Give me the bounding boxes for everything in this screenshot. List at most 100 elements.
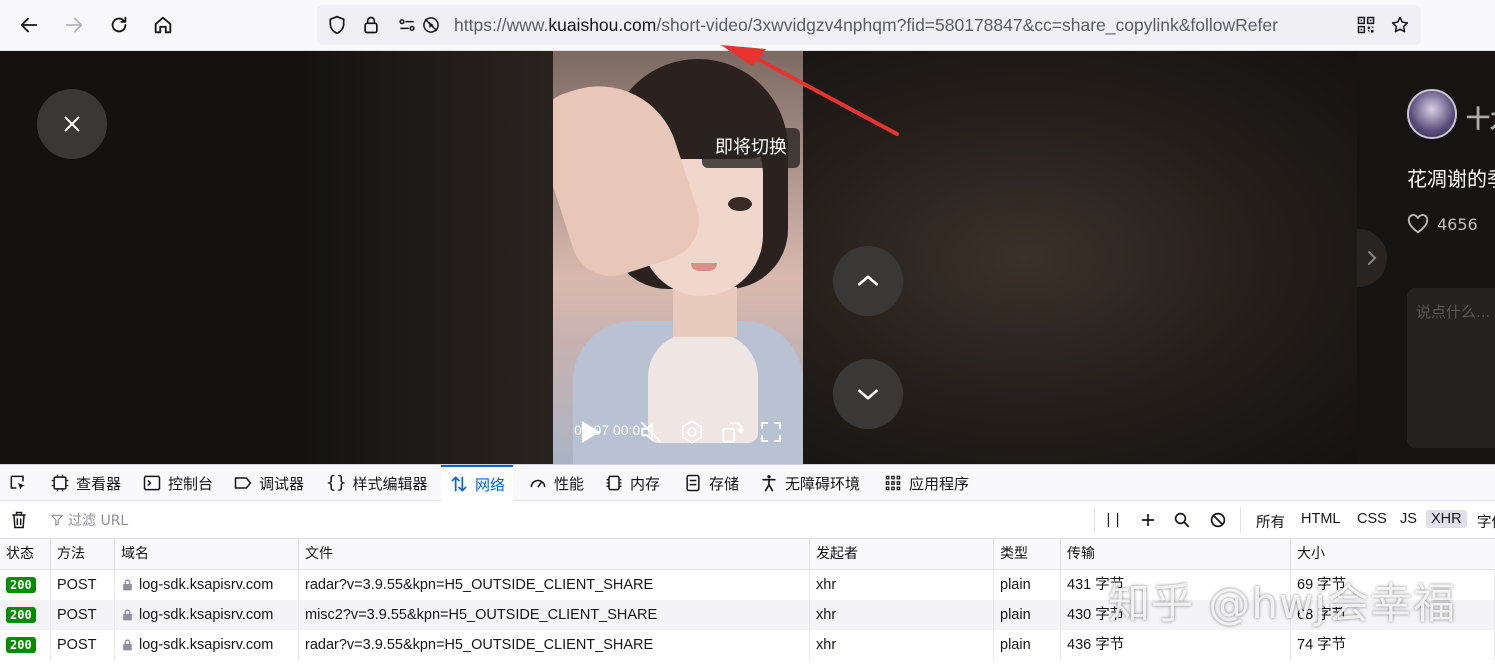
file-cell: misc2?v=3.9.55&kpn=H5_OUTSIDE_CLIENT_SHA… — [299, 600, 810, 630]
tab-style-editor[interactable]: {} 样式编辑器 — [326, 465, 428, 501]
tab-label: 网络 — [475, 475, 506, 494]
braces-icon: {} — [326, 473, 347, 493]
network-filter-bar: 过滤 URL | | 所有 HTML CSS JS XHR 字体 — [0, 501, 1495, 539]
domain-cell: log-sdk.ksapisrv.com — [115, 600, 299, 630]
autoplay-blocked-icon[interactable] — [421, 15, 441, 35]
filter-type-font[interactable]: 字体 — [1472, 510, 1495, 533]
status-cell: 200 — [0, 600, 51, 630]
column-size[interactable]: 大小 — [1291, 539, 1495, 570]
pause-button[interactable]: | | — [1102, 509, 1124, 531]
comment-placeholder: 说点什么... — [1416, 303, 1491, 321]
follow-button[interactable]: 十九 — [1466, 99, 1495, 134]
permissions-icon[interactable] — [397, 15, 417, 35]
bookmark-star-icon[interactable] — [1390, 15, 1410, 35]
tab-console[interactable]: 控制台 — [142, 465, 213, 501]
close-button[interactable] — [37, 89, 107, 159]
tab-memory[interactable]: 内存 — [604, 465, 660, 501]
console-icon — [143, 475, 161, 491]
tab-label: 内存 — [630, 474, 661, 493]
filter-type-all[interactable]: 所有 — [1251, 510, 1290, 533]
block-requests-button[interactable] — [1207, 509, 1229, 531]
column-type[interactable]: 类型 — [994, 539, 1061, 570]
element-picker-button[interactable] — [8, 465, 28, 501]
filter-type-xhr[interactable]: XHR — [1426, 510, 1467, 528]
author-avatar[interactable] — [1407, 89, 1457, 139]
heart-icon — [1407, 214, 1429, 234]
video-frame[interactable] — [553, 51, 803, 464]
domain-text: log-sdk.ksapisrv.com — [139, 577, 274, 593]
url-text[interactable]: https://www.kuaishou.com/short-video/3xw… — [454, 14, 1349, 36]
tab-storage[interactable]: 存储 — [683, 465, 739, 501]
arrow-right-icon — [65, 17, 83, 33]
tab-label: 存储 — [709, 474, 740, 493]
tab-inspector[interactable]: 查看器 — [50, 465, 121, 501]
clear-button[interactable] — [8, 509, 30, 531]
method-cell: POST — [51, 600, 115, 630]
speedometer-icon — [530, 479, 546, 488]
type-cell: plain — [994, 630, 1061, 660]
url-filter-input[interactable]: 过滤 URL — [50, 510, 128, 530]
chevron-up-icon — [858, 275, 878, 286]
filter-type-html[interactable]: HTML — [1296, 510, 1345, 528]
arrow-left-icon — [20, 17, 38, 33]
transfer-cell: 436 字节 — [1061, 630, 1291, 660]
column-method[interactable]: 方法 — [51, 539, 115, 570]
fullscreen-button[interactable] — [756, 417, 786, 447]
comment-input[interactable]: 说点什么... — [1407, 288, 1495, 448]
video-figure-mouth — [691, 263, 717, 271]
reload-icon — [111, 16, 127, 33]
file-cell: radar?v=3.9.55&kpn=H5_OUTSIDE_CLIENT_SHA… — [299, 630, 810, 660]
filter-type-css[interactable]: CSS — [1352, 510, 1392, 528]
search-icon — [1174, 512, 1190, 528]
tab-accessibility[interactable]: 无障碍环境 — [759, 465, 860, 501]
play-icon — [582, 421, 600, 443]
trash-icon — [12, 511, 26, 529]
tab-debugger[interactable]: 调试器 — [233, 465, 304, 501]
chevron-down-icon — [858, 389, 878, 400]
table-row[interactable]: 200 POST log-sdk.ksapisrv.com radar?v=3.9.5… — [0, 630, 1495, 660]
home-button[interactable] — [146, 8, 180, 42]
shield-icon[interactable] — [327, 15, 347, 35]
browser-toolbar: https://www.kuaishou.com/short-video/3xw… — [0, 0, 1495, 51]
block-icon — [1210, 512, 1226, 528]
reload-button[interactable] — [102, 8, 136, 42]
devtools-tab-bar: 查看器 控制台 调试器 {} 样式编辑器 网络 性能 内存 存储 无障碍环境 应… — [0, 464, 1495, 501]
tab-application[interactable]: 应用程序 — [883, 465, 969, 501]
search-button[interactable] — [1171, 509, 1193, 531]
tab-network[interactable]: 网络 — [441, 465, 514, 501]
speaker-muted-icon — [640, 421, 662, 443]
status-badge: 200 — [6, 637, 36, 654]
previous-video-button[interactable] — [833, 246, 903, 316]
back-button[interactable] — [12, 8, 46, 42]
type-cell: plain — [994, 600, 1061, 630]
column-initiator[interactable]: 发起者 — [810, 539, 994, 570]
initiator-cell: xhr — [810, 570, 994, 600]
rotate-button[interactable] — [717, 417, 747, 447]
settings-button[interactable] — [677, 417, 707, 447]
filter-type-js[interactable]: JS — [1395, 510, 1422, 528]
qr-code-icon[interactable] — [1356, 15, 1376, 35]
like-button[interactable]: 4656 — [1407, 214, 1478, 234]
column-file[interactable]: 文件 — [299, 539, 810, 570]
column-transfer[interactable]: 传输 — [1061, 539, 1291, 570]
memory-chip-icon — [606, 475, 622, 491]
column-domain[interactable]: 域名 — [115, 539, 299, 570]
tab-label: 样式编辑器 — [352, 474, 428, 493]
tab-performance[interactable]: 性能 — [528, 465, 584, 501]
domain-cell: log-sdk.ksapisrv.com — [115, 570, 299, 600]
close-icon — [64, 116, 80, 132]
forward-button[interactable] — [57, 8, 91, 42]
toolbar-divider — [1094, 507, 1095, 533]
url-bar[interactable]: https://www.kuaishou.com/short-video/3xw… — [317, 5, 1421, 45]
method-cell: POST — [51, 570, 115, 600]
home-icon — [154, 16, 172, 34]
column-status[interactable]: 状态 — [0, 539, 51, 570]
mute-button[interactable] — [637, 417, 665, 447]
lock-icon[interactable] — [361, 15, 381, 35]
video-title: 花凋谢的季 — [1407, 167, 1495, 191]
debugger-icon — [234, 477, 252, 489]
size-cell: 74 字节 — [1291, 630, 1495, 660]
next-video-button[interactable] — [833, 359, 903, 429]
play-button[interactable] — [576, 417, 604, 447]
add-filter-button[interactable] — [1137, 509, 1159, 531]
